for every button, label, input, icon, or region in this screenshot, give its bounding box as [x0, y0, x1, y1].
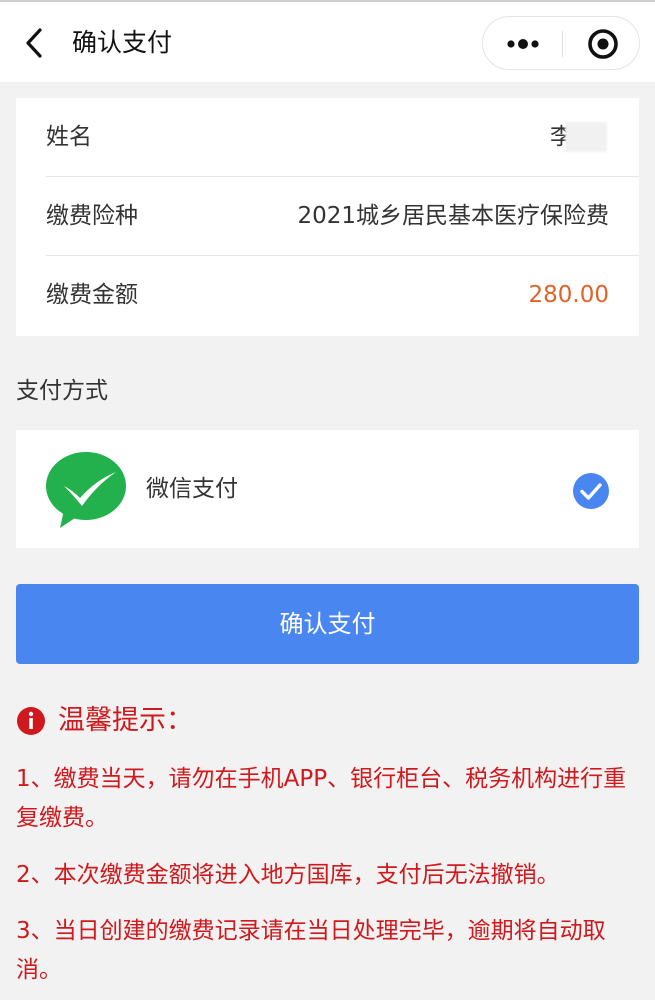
- insurance-type-label: 缴费险种: [46, 203, 138, 229]
- info-row-insurance-type: 缴费险种 2021城乡居民基本医疗保险费: [16, 177, 639, 256]
- page-title: 确认支付: [72, 28, 173, 57]
- payment-method-heading: 支付方式: [16, 378, 108, 404]
- amount-label: 缴费金额: [46, 282, 138, 308]
- wechat-pay-icon: [44, 450, 128, 530]
- tips-title: 温馨提示：: [58, 705, 193, 736]
- info-circle-icon: [16, 706, 46, 736]
- more-dots-icon[interactable]: [483, 17, 561, 71]
- name-label: 姓名: [46, 124, 92, 150]
- wechat-pay-label: 微信支付: [146, 476, 238, 502]
- tip-item-3: 3、当日创建的缴费记录请在当日处理完毕，逾期将自动取消。: [16, 918, 606, 983]
- mini-program-capsule: [482, 16, 640, 70]
- confirm-payment-button[interactable]: 确认支付: [16, 584, 639, 664]
- amount-value: 280.00: [528, 282, 609, 308]
- tip-item-1: 1、缴费当天，请勿在手机APP、银行柜台、税务机构进行重复缴费。: [16, 766, 627, 831]
- check-circle-icon[interactable]: [572, 472, 610, 510]
- info-row-amount: 缴费金额 280.00: [16, 256, 639, 335]
- chevron-left-icon[interactable]: [22, 26, 50, 60]
- payment-method-option-wechat[interactable]: 微信支付: [16, 430, 639, 548]
- target-close-icon[interactable]: [563, 17, 641, 71]
- navigation-bar: 确认支付: [0, 0, 655, 82]
- name-redaction-mask: [565, 122, 607, 152]
- tip-item-2: 2、本次缴费金额将进入地方国库，支付后无法撤销。: [16, 862, 560, 888]
- insurance-type-value: 2021城乡居民基本医疗保险费: [297, 203, 609, 229]
- payment-info-card: 姓名 李 缴费险种 2021城乡居民基本医疗保险费 缴费金额 280.00: [16, 98, 639, 336]
- info-row-name: 姓名 李: [16, 98, 639, 177]
